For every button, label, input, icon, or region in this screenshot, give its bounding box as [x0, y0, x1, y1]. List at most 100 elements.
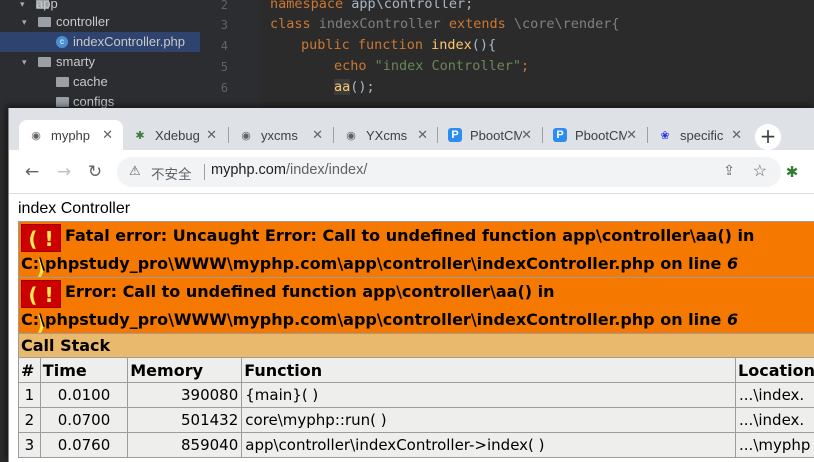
- tab-label: PbootCMS: [470, 127, 522, 143]
- tab-yxcms[interactable]: ◉ yxcms ✕: [229, 120, 333, 150]
- xdebug-error-table: ( ! )Fatal error: Uncaught Error: Call t…: [18, 221, 814, 458]
- error-badge-icon: ( ! ): [21, 224, 61, 279]
- back-button[interactable]: ←: [20, 161, 44, 185]
- tab-label: PbootCMS: [575, 127, 627, 143]
- stack-index: 3: [18, 432, 41, 458]
- stack-time: 0.0100: [39, 382, 129, 408]
- star-icon[interactable]: ☆: [753, 161, 767, 181]
- table-row: 1 0.0100 390080 {main}( ) ...\index.: [18, 382, 814, 408]
- stack-memory: 501432: [127, 407, 243, 433]
- tab-label: myphp: [51, 127, 91, 143]
- folder-icon: [38, 57, 51, 67]
- code-line-5: echo "index Controller";: [334, 56, 529, 77]
- error-line-2: C:\phpstudy_pro\WWW\myphp.com\app\contro…: [21, 254, 727, 273]
- call-stack-title: Call Stack: [18, 333, 814, 358]
- code-token: class: [270, 16, 311, 32]
- new-tab-button[interactable]: +: [755, 124, 781, 150]
- tree-item-indexcontroller[interactable]: c indexController.php: [0, 32, 200, 52]
- tree-item-controller[interactable]: ▾ controller: [0, 12, 200, 32]
- column-header: Function: [241, 357, 737, 383]
- stack-function: {main}( ): [241, 382, 737, 408]
- tab-myphp[interactable]: ◉ myphp ✕: [19, 120, 123, 150]
- column-header: #: [18, 357, 41, 383]
- reload-button[interactable]: ↻: [83, 161, 107, 185]
- error-line-1: Error: Call to undefined function app\co…: [65, 282, 555, 301]
- code-token: extends: [448, 16, 506, 32]
- close-icon[interactable]: ✕: [521, 127, 532, 143]
- xdebug-extension-icon[interactable]: ✱: [783, 163, 801, 181]
- stack-location-link[interactable]: ...\index.: [735, 407, 814, 433]
- arrow-right-icon: →: [56, 162, 72, 182]
- close-icon[interactable]: ✕: [731, 127, 742, 143]
- tab-xdebug[interactable]: ✱ Xdebug ✕: [123, 120, 227, 150]
- tab-label: specific: [680, 127, 724, 143]
- tree-item-label: cache: [73, 74, 108, 89]
- code-editor[interactable]: namespace app\controller; class indexCon…: [260, 0, 814, 120]
- pbootcms-icon: P: [448, 128, 462, 142]
- reload-icon: ↻: [87, 162, 103, 182]
- forward-button[interactable]: →: [52, 161, 76, 185]
- error-row: ( ! )Fatal error: Uncaught Error: Call t…: [18, 221, 814, 279]
- line-gutter: 2 3 4 5 6: [200, 0, 260, 120]
- tab-specific[interactable]: ❀ specific ✕: [648, 120, 752, 150]
- stack-index: 1: [18, 382, 41, 408]
- code-line-2: namespace app\controller;: [270, 0, 473, 15]
- code-token: (){: [471, 37, 497, 53]
- tree-item-label: smarty: [56, 54, 95, 69]
- chevron-down-icon[interactable]: ▾: [22, 52, 32, 72]
- tab-strip: ◉ myphp ✕ ✱ Xdebug ✕ ◉ yxcms ✕ ◉ YXcms ✕…: [9, 108, 814, 150]
- address-bar[interactable]: ⚠ 不安全 myphp.com/index/index/ ⇪ ☆: [117, 157, 781, 187]
- url-host: myphp.com: [211, 162, 286, 178]
- tab-label: YXcms: [366, 127, 408, 143]
- tree-item-smarty[interactable]: ▾ smarty: [0, 52, 200, 72]
- code-line-4: public function index(){: [301, 35, 496, 56]
- close-icon[interactable]: ✕: [417, 127, 428, 143]
- arrow-left-icon: ←: [24, 162, 40, 182]
- code-line-3: class indexController extends \core\rend…: [270, 14, 620, 35]
- tab-pbootcms-2[interactable]: P PbootCMS ✕: [543, 120, 647, 150]
- close-icon[interactable]: ✕: [206, 127, 217, 143]
- stack-function: core\myphp::run( ): [241, 407, 737, 433]
- table-row: 2 0.0700 501432 core\myphp::run( ) ...\i…: [18, 407, 814, 433]
- line-number: 2: [220, 0, 228, 12]
- tab-label: yxcms: [261, 127, 298, 143]
- folder-icon: [56, 97, 69, 107]
- column-header: Time: [39, 357, 129, 383]
- code-token: echo: [334, 58, 367, 74]
- share-icon[interactable]: ⇪: [723, 162, 735, 179]
- call-stack-header-row: Call Stack: [18, 333, 814, 358]
- echo-output: index Controller: [18, 200, 131, 217]
- tab-yxcms-2[interactable]: ◉ YXcms ✕: [334, 120, 438, 150]
- error-message: ( ! )Error: Call to undefined function a…: [18, 277, 814, 335]
- globe-icon: ◉: [346, 129, 356, 142]
- tree-item-label: indexController.php: [73, 34, 186, 49]
- code-token: index: [431, 37, 472, 53]
- stack-location-link[interactable]: ...\myphp: [735, 432, 814, 458]
- stack-time: 0.0700: [39, 407, 129, 433]
- tab-pbootcms[interactable]: P PbootCMS ✕: [438, 120, 542, 150]
- tab-label: Xdebug: [155, 127, 200, 143]
- project-tree: ▾ app ▾ controller c indexController.php…: [0, 0, 200, 120]
- php-file-icon: c: [56, 36, 68, 48]
- url-text[interactable]: myphp.com/index/index/: [211, 162, 367, 178]
- close-icon[interactable]: ✕: [626, 127, 637, 143]
- fatal-error-message: ( ! )Fatal error: Uncaught Error: Call t…: [18, 221, 814, 279]
- stack-location-link[interactable]: ...\index.: [735, 382, 814, 408]
- call-stack-columns: # Time Memory Function Location: [18, 357, 814, 383]
- tree-item-cache[interactable]: cache: [0, 72, 200, 92]
- insecure-label[interactable]: 不安全: [151, 163, 192, 183]
- line-number: 5: [220, 60, 228, 74]
- close-icon[interactable]: ✕: [102, 127, 113, 143]
- code-token: ;: [520, 58, 530, 74]
- close-icon[interactable]: ✕: [312, 127, 323, 143]
- code-token: aa: [334, 79, 351, 95]
- chevron-down-icon[interactable]: ▾: [22, 12, 32, 32]
- stack-memory: 390080: [127, 382, 243, 408]
- line-number: 4: [220, 39, 228, 53]
- globe-icon: ◉: [31, 129, 41, 142]
- url-path: /index/index/: [285, 162, 368, 178]
- warning-icon[interactable]: ⚠: [129, 163, 145, 179]
- omnibox-divider: [204, 164, 205, 180]
- xdebug-icon: ✱: [135, 129, 145, 142]
- error-line-1: Fatal error: Uncaught Error: Call to und…: [65, 226, 755, 245]
